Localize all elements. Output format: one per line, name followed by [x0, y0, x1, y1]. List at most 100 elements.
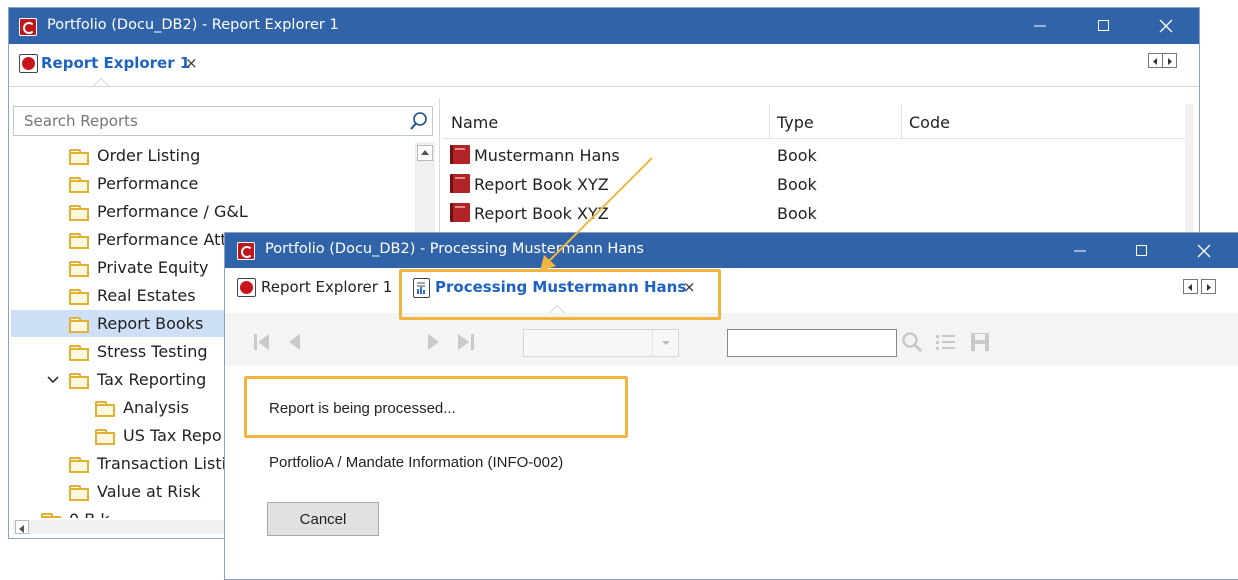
folder-icon — [69, 177, 89, 193]
maximize-button[interactable] — [1119, 233, 1165, 269]
table-row[interactable]: Mustermann Hans Book — [443, 142, 1185, 169]
tab-report-explorer-1[interactable]: Report Explorer 1 × — [17, 48, 207, 78]
folder-icon — [69, 485, 89, 501]
close-icon — [1197, 244, 1211, 258]
folder-icon — [69, 345, 89, 361]
tree-item-label: Order Listing — [97, 146, 201, 165]
folder-icon — [69, 261, 89, 277]
arrow-up-icon — [421, 150, 429, 155]
tree-item-label: Tax Reporting — [97, 370, 207, 389]
app-logo-icon — [19, 18, 37, 36]
column-header-code[interactable]: Code — [909, 113, 950, 132]
tab-label: Report Explorer 1 — [261, 278, 393, 296]
column-header-type[interactable]: Type — [777, 113, 814, 132]
window-titlebar: Portfolio (Docu_DB2) - Processing Muster… — [225, 233, 1238, 268]
folder-icon — [69, 289, 89, 305]
active-tab-caret — [93, 78, 109, 86]
window-title: Portfolio (Docu_DB2) - Processing Muster… — [265, 241, 644, 257]
tree-item-label: Stress Testing — [97, 342, 208, 361]
cancel-button[interactable]: Cancel — [267, 502, 379, 536]
minimize-button[interactable] — [1017, 8, 1063, 44]
folder-icon — [95, 401, 115, 417]
report-path: PortfolioA / Mandate Information (INFO-0… — [269, 454, 564, 471]
search-icon[interactable] — [410, 111, 428, 131]
tree-item[interactable]: Order Listing — [11, 142, 415, 169]
row-name: Report Book XYZ — [474, 204, 609, 223]
tree-item-label: 0 B k — [69, 510, 110, 518]
report-explorer-icon — [237, 278, 256, 297]
folder-icon — [69, 317, 89, 333]
list-icon[interactable] — [935, 333, 957, 351]
row-name: Mustermann Hans — [474, 146, 620, 165]
search-icon[interactable] — [901, 331, 923, 353]
chevron-down-icon — [662, 341, 670, 345]
next-page-icon[interactable] — [427, 333, 441, 351]
highlight-status-message — [244, 376, 628, 438]
column-divider — [769, 104, 770, 138]
tree-item-label: Value at Risk — [97, 482, 201, 501]
tree-item[interactable]: Performance / G&L — [11, 198, 415, 225]
search-input[interactable] — [22, 110, 386, 132]
save-icon[interactable] — [969, 331, 991, 353]
minimize-icon — [1074, 250, 1086, 252]
close-window-button[interactable] — [1143, 8, 1189, 44]
table-header: Name Type Code — [443, 104, 1185, 139]
page-select-dropdown[interactable] — [523, 329, 679, 357]
scroll-up-button[interactable] — [417, 145, 433, 161]
folder-icon — [69, 233, 89, 249]
chevron-down-icon[interactable] — [47, 375, 59, 385]
minimize-button[interactable] — [1057, 233, 1103, 269]
first-page-icon[interactable] — [253, 333, 271, 351]
folder-icon — [69, 149, 89, 165]
report-explorer-icon — [19, 54, 38, 73]
tree-item-label: Real Estates — [97, 286, 196, 305]
search-reports-box — [13, 106, 433, 136]
dropdown-toggle[interactable] — [652, 330, 679, 356]
window-titlebar: Portfolio (Docu_DB2) - Report Explorer 1 — [9, 8, 1199, 44]
tree-item-label: US Tax Repo — [123, 426, 222, 445]
tree-item-label: Performance Att — [97, 230, 227, 249]
arrow-left-icon — [1153, 58, 1157, 65]
tab-report-explorer-1[interactable]: Report Explorer 1 — [235, 272, 395, 302]
column-divider — [901, 104, 902, 138]
column-header-name[interactable]: Name — [451, 113, 498, 132]
close-icon — [1159, 19, 1173, 33]
tab-scroll-left-button[interactable] — [1183, 279, 1198, 294]
report-book-icon — [450, 145, 470, 164]
tree-item-label: Transaction Listi — [97, 454, 227, 473]
table-row[interactable]: Report Book XYZ Book — [443, 200, 1185, 227]
arrow-right-icon — [1168, 58, 1172, 65]
tree-item-label: Analysis — [123, 398, 189, 417]
arrow-left-icon — [19, 525, 24, 533]
arrow-right-icon — [1207, 284, 1211, 291]
tab-strip: Report Explorer 1 × — [9, 44, 1199, 87]
row-type: Book — [777, 175, 817, 194]
close-window-button[interactable] — [1181, 233, 1227, 269]
previous-page-icon[interactable] — [287, 333, 301, 351]
maximize-icon — [1098, 20, 1109, 31]
tab-label: Report Explorer 1 — [41, 54, 191, 72]
table-row[interactable]: Report Book XYZ Book — [443, 171, 1185, 198]
folder-icon — [69, 457, 89, 473]
navigation-toolbar — [225, 313, 1238, 365]
folder-icon — [95, 429, 115, 445]
tree-item-label: Performance — [97, 174, 199, 193]
minimize-icon — [1034, 25, 1046, 27]
tab-strip: Report Explorer 1 Processing Mustermann … — [225, 268, 1238, 314]
report-book-icon — [450, 203, 470, 222]
tab-scroll-right-button[interactable] — [1162, 53, 1177, 68]
maximize-icon — [1136, 245, 1147, 256]
row-type: Book — [777, 204, 817, 223]
tree-item[interactable]: Performance — [11, 170, 415, 197]
row-type: Book — [777, 146, 817, 165]
tab-scroll-right-button[interactable] — [1201, 279, 1216, 294]
report-book-icon — [450, 174, 470, 193]
folder-icon — [69, 373, 89, 389]
maximize-button[interactable] — [1081, 8, 1127, 44]
tab-scroll-left-button[interactable] — [1148, 53, 1163, 68]
scroll-left-button[interactable] — [15, 520, 29, 534]
last-page-icon[interactable] — [457, 333, 477, 351]
window-title: Portfolio (Docu_DB2) - Report Explorer 1 — [47, 17, 339, 33]
find-text-input[interactable] — [727, 329, 897, 357]
tab-close-icon[interactable]: × — [185, 54, 198, 72]
